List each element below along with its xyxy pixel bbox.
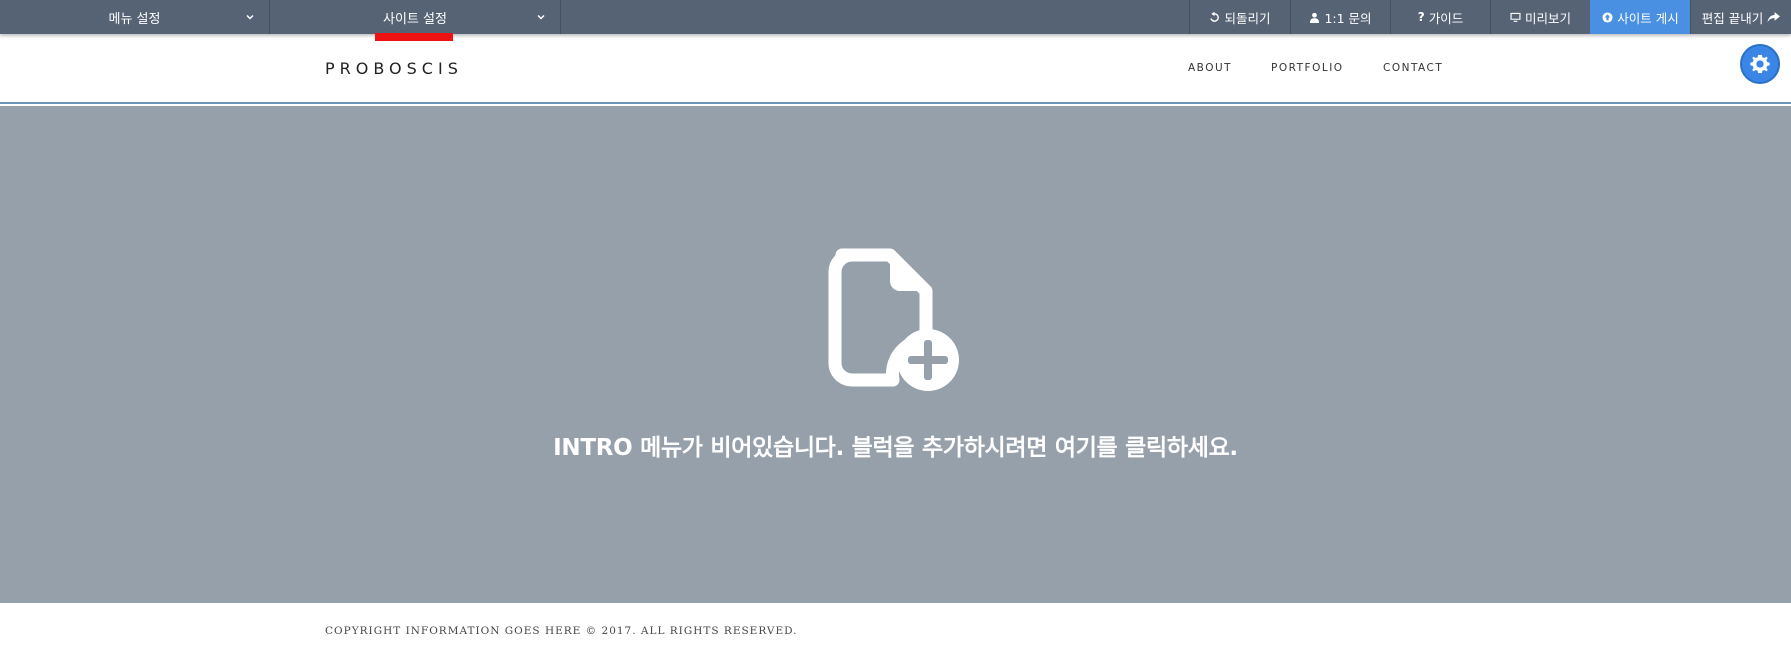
undo-icon xyxy=(1210,11,1220,22)
preview-label: 미리보기 xyxy=(1524,10,1571,26)
inquiry-button[interactable]: 1:1 문의 xyxy=(1290,0,1390,34)
site-header: PROBOSCIS ABOUT PORTFOLIO CONTACT xyxy=(0,34,1791,104)
chevron-down-icon xyxy=(537,14,545,20)
add-document-icon xyxy=(828,248,959,391)
site-setting-label: 사이트 설정 xyxy=(383,11,447,27)
copyright-text: COPYRIGHT INFORMATION GOES HERE © 2017. … xyxy=(325,625,798,637)
menu-setting-label: 메뉴 설정 xyxy=(108,11,161,27)
active-tab-indicator xyxy=(375,33,453,41)
guide-button[interactable]: ? 가이드 xyxy=(1390,0,1490,34)
intro-empty-area[interactable]: INTRO 메뉴가 비어있습니다. 블럭을 추가하시려면 여기를 클릭하세요. xyxy=(0,106,1791,603)
undo-label: 되돌리기 xyxy=(1224,10,1271,26)
monitor-icon xyxy=(1510,12,1521,22)
gear-icon xyxy=(1750,54,1770,74)
question-icon: ? xyxy=(1417,10,1425,24)
undo-button[interactable]: 되돌리기 xyxy=(1189,0,1290,34)
site-setting-dropdown[interactable]: 사이트 설정 xyxy=(270,0,561,34)
nav-item-portfolio[interactable]: PORTFOLIO xyxy=(1271,62,1383,74)
main-nav: ABOUT PORTFOLIO CONTACT xyxy=(1188,62,1463,74)
inquiry-label: 1:1 문의 xyxy=(1324,10,1372,26)
share-arrow-icon xyxy=(1767,11,1781,22)
chevron-down-icon xyxy=(246,14,254,20)
site-logo[interactable]: PROBOSCIS xyxy=(325,59,463,78)
nav-item-about[interactable]: ABOUT xyxy=(1188,62,1271,74)
site-settings-button[interactable] xyxy=(1740,44,1780,84)
empty-intro-message: INTRO 메뉴가 비어있습니다. 블럭을 추가하시려면 여기를 클릭하세요. xyxy=(553,435,1238,461)
nav-item-contact[interactable]: CONTACT xyxy=(1383,62,1463,74)
menu-setting-dropdown[interactable]: 메뉴 설정 xyxy=(0,0,270,34)
user-icon xyxy=(1310,12,1320,23)
finish-edit-button[interactable]: 편집 끝내기 xyxy=(1690,0,1791,34)
publish-site-button[interactable]: 사이트 게시 xyxy=(1590,0,1690,34)
upload-circle-icon xyxy=(1602,11,1613,23)
guide-label: 가이드 xyxy=(1428,10,1464,26)
site-footer: COPYRIGHT INFORMATION GOES HERE © 2017. … xyxy=(0,603,1791,659)
preview-button[interactable]: 미리보기 xyxy=(1490,0,1590,34)
editor-toolbar: 메뉴 설정 사이트 설정 되돌리기 1:1 문의 ? 가이드 미리보기 사이트 … xyxy=(0,0,1791,34)
finish-edit-label: 편집 끝내기 xyxy=(1701,10,1764,26)
publish-label: 사이트 게시 xyxy=(1617,10,1679,26)
